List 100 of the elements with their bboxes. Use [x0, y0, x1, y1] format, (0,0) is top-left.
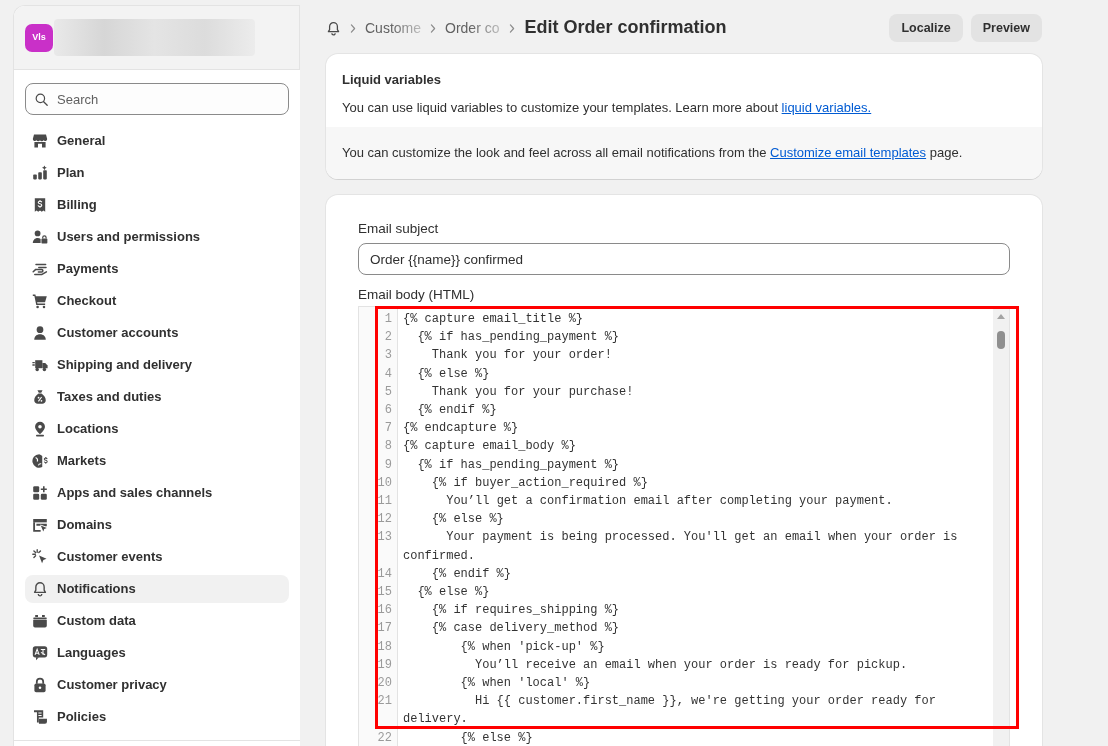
code-line: {% if buyer_action_required %}: [430, 474, 648, 492]
code-line: {% endif %}: [416, 402, 497, 419]
code-line: You’ll get a confirmation email after completing your payment.: [445, 493, 893, 511]
breadcrumb-link[interactable]: Custome: [365, 17, 422, 39]
card-title: Liquid variables: [342, 71, 442, 89]
person-icon: [32, 325, 48, 341]
line-number: 21: [376, 693, 392, 711]
line-number: 22: [376, 729, 392, 746]
line-number: 12: [376, 511, 392, 529]
globe-icon: [32, 453, 48, 469]
code-line: {% when 'local' %}: [459, 675, 591, 693]
line-number: 18: [376, 638, 392, 656]
field-label: Email body (HTML): [358, 286, 476, 304]
line-number: 2: [383, 329, 392, 347]
lock-icon: [32, 677, 48, 693]
map-pin-icon: [32, 421, 48, 437]
code-line: {% capture email_body %}: [403, 438, 576, 456]
code-line: {% when 'pick-up' %}: [459, 638, 605, 656]
line-number: 20: [376, 675, 392, 693]
sidebar-item[interactable]: Customer privacy: [25, 671, 289, 699]
sidebar-item[interactable]: Markets: [25, 447, 289, 475]
field-label: Email subject: [358, 220, 440, 238]
sidebar-item[interactable]: Languages: [25, 639, 289, 667]
liquid-variables-text: You can use liquid variables to customize your templates. Learn more about liquid variables.: [342, 99, 873, 117]
line-number: 13: [376, 529, 392, 547]
click-icon: [32, 549, 48, 565]
sidebar-item[interactable]: Customer accounts: [25, 319, 289, 347]
customize-templates-text: You can customize the look and feel across all email notifications from the Customize email templates page.: [342, 144, 964, 162]
email-subject-field[interactable]: Order {{name}} confirmed: [358, 243, 1010, 275]
line-number: 16: [376, 602, 392, 620]
sidebar-item[interactable]: General: [25, 127, 289, 155]
truck-icon: [32, 357, 48, 373]
code-line: You’ll receive an email when your order is ready for pickup.: [474, 656, 908, 674]
sidebar-item[interactable]: Billing: [25, 191, 289, 219]
users-lock-icon: [32, 229, 48, 245]
sidebar-item[interactable]: Users and permissions: [25, 223, 289, 251]
code-line: {% case delivery_method %}: [430, 620, 620, 638]
search-icon: [34, 92, 49, 107]
hand-card-icon: [32, 261, 48, 277]
sidebar-item[interactable]: Customer events: [25, 543, 289, 571]
bell-icon[interactable]: [326, 20, 341, 36]
preview-button[interactable]: Preview: [970, 14, 1042, 42]
breadcrumb-link[interactable]: Order co: [445, 17, 500, 39]
code-line: {% endif %}: [430, 565, 512, 583]
sidebar-item[interactable]: Taxes and duties: [25, 383, 289, 411]
cart-icon: [32, 293, 48, 309]
sidebar-item[interactable]: Plan: [25, 159, 289, 187]
store-avatar[interactable]: Vls: [25, 23, 53, 52]
code-line: {% else %}: [416, 584, 490, 602]
line-number: 15: [376, 584, 392, 602]
sidebar-item[interactable]: Domains: [25, 511, 289, 539]
scrollbar[interactable]: [993, 307, 1009, 746]
code-line: {% endcapture %}: [403, 420, 519, 438]
sidebar-item[interactable]: Locations: [25, 415, 289, 443]
box-icon: [32, 613, 48, 629]
code-line: {% else %}: [430, 511, 504, 529]
store-icon: [32, 133, 48, 149]
line-number: 1: [383, 311, 392, 328]
line-number: 3: [383, 347, 392, 365]
sidebar-item[interactable]: Policies: [25, 703, 289, 731]
scroll-up-arrow-icon[interactable]: [997, 314, 1005, 319]
code-line: Thank you for your order!: [430, 347, 612, 365]
receipt-icon: [32, 197, 48, 213]
sidebar-item[interactable]: Checkout: [25, 287, 289, 315]
search-field[interactable]: Search: [25, 83, 289, 115]
code-line: {% if has_pending_payment %}: [416, 456, 620, 474]
line-number: 8: [383, 438, 392, 456]
line-number: 9: [383, 456, 392, 474]
code-line: Your payment is being processed. You'll get an email when your order is confirmed.: [403, 529, 959, 565]
sidebar-item[interactable]: Apps and sales channels: [25, 479, 289, 507]
sidebar-item[interactable]: Shipping and delivery: [25, 351, 289, 379]
line-number: 5: [383, 383, 392, 401]
document-icon: [32, 709, 48, 725]
customize-email-templates-link[interactable]: Customize email templates: [770, 145, 927, 160]
line-number: 11: [376, 493, 392, 511]
line-number: 14: [376, 565, 392, 583]
sidebar-item[interactable]: Custom data: [25, 607, 289, 635]
code-line: {% capture email_title %}: [403, 311, 584, 328]
money-bag-icon: [32, 389, 48, 405]
liquid-variables-link[interactable]: liquid variables.: [781, 100, 872, 115]
line-number: 10: [376, 474, 392, 492]
line-number: 6: [383, 402, 392, 419]
code-line: Hi {{ customer.first_name }}, we're getting your order ready for delivery.: [403, 693, 937, 729]
line-number: 19: [376, 656, 392, 674]
line-number: 4: [383, 365, 392, 383]
translate-icon: [32, 645, 48, 661]
apps-grid-icon: [32, 485, 48, 501]
line-number: 7: [383, 420, 392, 438]
localize-button[interactable]: Localize: [889, 14, 963, 42]
page-title: Edit Order confirmation: [524, 17, 727, 39]
bell-icon: [32, 581, 48, 597]
sidebar-item[interactable]: Payments: [25, 255, 289, 283]
code-line: {% else %}: [459, 729, 533, 746]
code-line: {% if has_pending_payment %}: [416, 329, 620, 347]
scrollbar-thumb[interactable]: [997, 331, 1005, 349]
code-line: Thank you for your purchase!: [430, 383, 634, 401]
line-number: 17: [376, 620, 392, 638]
chevron-right-icon: [349, 22, 357, 34]
sidebar-item[interactable]: Notifications: [25, 575, 289, 603]
chevron-right-icon: [429, 22, 438, 34]
